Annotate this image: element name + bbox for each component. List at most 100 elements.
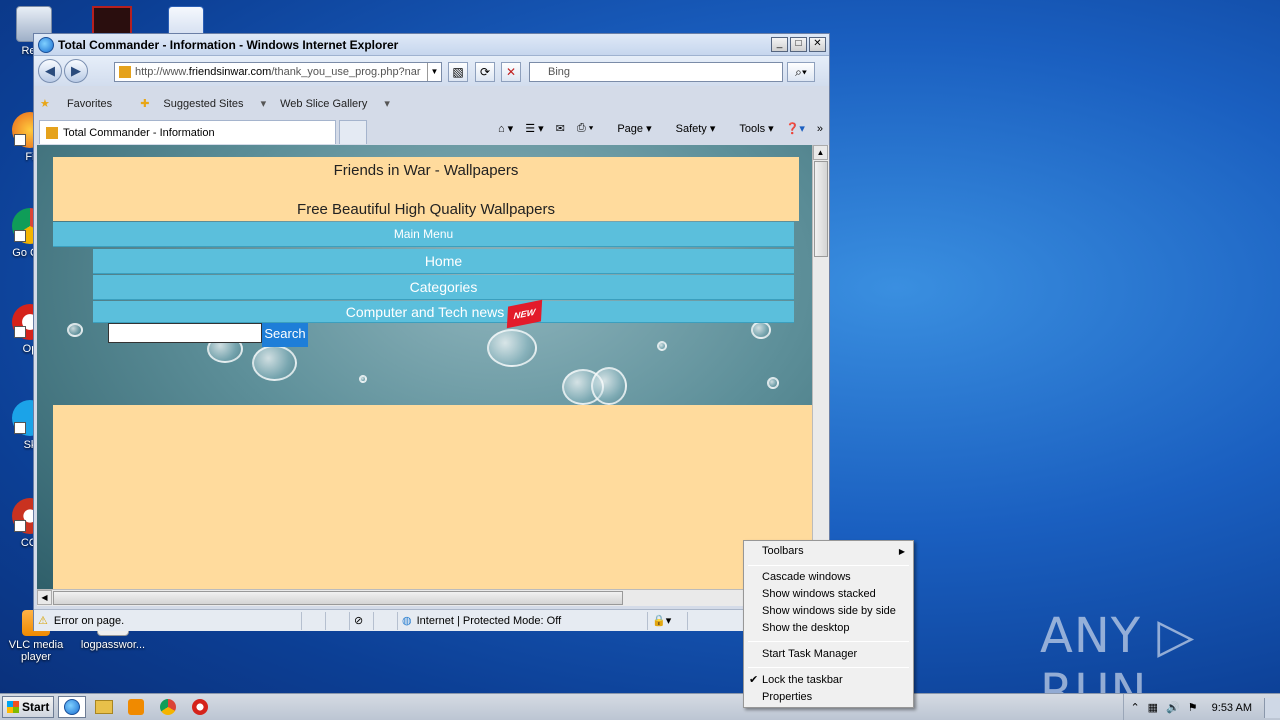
start-button[interactable]: Start bbox=[2, 696, 54, 718]
menu-item-categories[interactable]: Categories bbox=[93, 275, 794, 300]
taskbar: Start ⌃ ▦ 🔊 ⚑ 9:53 AM bbox=[0, 693, 1280, 720]
menu-item-home[interactable]: Home bbox=[93, 249, 794, 274]
home-icon[interactable]: ⌂ ▾ bbox=[498, 122, 513, 135]
add-favorites-icon[interactable]: ✚ bbox=[140, 97, 149, 110]
scroll-left-icon[interactable]: ◀ bbox=[37, 590, 52, 605]
horizontal-scrollbar[interactable]: ◀ bbox=[37, 589, 812, 606]
print-icon[interactable]: ⎙ ▾ bbox=[577, 122, 593, 135]
status-bar: ⚠ Error on page. ⊘ ◍ Internet | Protecte… bbox=[34, 609, 829, 631]
taskbar-explorer-icon[interactable] bbox=[90, 696, 118, 718]
window-title: Total Commander - Information - Windows … bbox=[58, 37, 399, 52]
main-menu-header: Main Menu bbox=[53, 222, 794, 247]
menu-item-cascade-windows[interactable]: Cascade windows bbox=[746, 569, 911, 586]
page-menu[interactable]: Page ▾ bbox=[605, 122, 651, 135]
security-zone[interactable]: ◍ Internet | Protected Mode: Off bbox=[398, 611, 648, 630]
compatibility-view-button[interactable]: ▧ bbox=[448, 62, 468, 82]
taskbar-chrome-icon[interactable] bbox=[154, 696, 182, 718]
refresh-button[interactable]: ⟳ bbox=[475, 62, 495, 82]
search-button[interactable]: ⌕▾ bbox=[787, 62, 815, 82]
ie-logo-icon bbox=[38, 36, 54, 53]
tab-total-commander[interactable]: Total Commander - Information bbox=[39, 120, 336, 144]
menu-item-show-windows-stacked[interactable]: Show windows stacked bbox=[746, 586, 911, 603]
windows-flag-icon bbox=[7, 701, 19, 713]
warning-icon: ⚠ bbox=[38, 615, 48, 627]
action-center-flag-icon[interactable]: ⚑ bbox=[1188, 701, 1198, 714]
taskbar-media-player-icon[interactable] bbox=[122, 696, 150, 718]
site-search-input[interactable] bbox=[108, 323, 262, 343]
water-drop-image bbox=[487, 329, 537, 367]
web-slice-gallery-link[interactable]: Web Slice Gallery ▾ bbox=[280, 97, 390, 110]
water-drop-image bbox=[252, 345, 297, 381]
status-cell bbox=[374, 611, 398, 630]
status-cell bbox=[326, 611, 350, 630]
water-drop-image bbox=[67, 323, 83, 337]
minimize-button[interactable]: _ bbox=[771, 37, 788, 52]
network-icon[interactable]: ▦ bbox=[1148, 701, 1158, 714]
menu-separator bbox=[748, 641, 909, 642]
submenu-arrow-icon: ▶ bbox=[898, 547, 905, 556]
system-tray: ⌃ ▦ 🔊 ⚑ 9:53 AM bbox=[1123, 694, 1280, 720]
menu-item-show-the-desktop[interactable]: Show the desktop bbox=[746, 620, 911, 637]
menu-item-lock-the-taskbar[interactable]: ✔ Lock the taskbar bbox=[746, 672, 911, 689]
water-drop-image bbox=[767, 377, 779, 389]
star-icon: ★ bbox=[40, 97, 50, 110]
forward-button[interactable]: ▶ bbox=[64, 59, 88, 83]
menu-item-show-windows-side-by-side[interactable]: Show windows side by side bbox=[746, 603, 911, 620]
volume-icon[interactable]: 🔊 bbox=[1166, 701, 1180, 714]
menu-item-label: Computer and Tech news bbox=[345, 304, 505, 320]
clock[interactable]: 9:53 AM bbox=[1212, 702, 1252, 714]
search-input[interactable]: Bing bbox=[529, 62, 783, 82]
title-bar[interactable]: Total Commander - Information - Windows … bbox=[34, 34, 829, 56]
taskbar-ie-icon[interactable] bbox=[58, 696, 86, 718]
tab-title: Total Commander - Information bbox=[63, 126, 215, 139]
suggested-sites-link[interactable]: Suggested Sites ▾ bbox=[163, 97, 266, 110]
menu-item-toolbars[interactable]: Toolbars ▶ bbox=[746, 543, 911, 560]
back-button[interactable]: ◀ bbox=[38, 59, 62, 83]
mail-icon[interactable]: ✉ bbox=[556, 122, 565, 135]
stop-button[interactable]: ✕ bbox=[501, 62, 521, 82]
feeds-icon[interactable]: ☰ ▾ bbox=[525, 122, 543, 135]
menu-item-properties[interactable]: Properties bbox=[746, 689, 911, 706]
status-error[interactable]: ⚠ Error on page. bbox=[34, 611, 302, 630]
new-badge: NEW bbox=[507, 299, 543, 329]
globe-icon: ◍ bbox=[402, 615, 412, 627]
menu-separator bbox=[748, 667, 909, 668]
site-search-button[interactable]: Search bbox=[262, 323, 308, 347]
taskbar-opera-icon[interactable] bbox=[186, 696, 214, 718]
privacy-icon[interactable]: ⊘ bbox=[350, 611, 374, 630]
scroll-thumb[interactable] bbox=[814, 161, 828, 257]
ie-window: Total Commander - Information - Windows … bbox=[33, 33, 830, 631]
favorites-bar: ★ Favorites ✚ Suggested Sites ▾ Web Slic… bbox=[34, 89, 829, 117]
scroll-thumb[interactable] bbox=[53, 591, 623, 605]
show-hidden-icons-icon[interactable]: ⌃ bbox=[1130, 701, 1139, 714]
favorites-button[interactable]: ★ Favorites bbox=[40, 97, 126, 110]
protected-mode-icon[interactable]: 🔒▾ bbox=[648, 611, 688, 630]
help-icon[interactable]: ❓▾ bbox=[786, 122, 805, 135]
desktop-icon-label: logpasswor... bbox=[80, 639, 146, 651]
taskbar-context-menu: Toolbars ▶ Cascade windows Show windows s… bbox=[743, 540, 914, 708]
address-url: http://www.friendsinwar.com/thank_you_us… bbox=[135, 66, 421, 78]
site-subtitle: Free Beautiful High Quality Wallpapers bbox=[297, 201, 555, 218]
menu-separator bbox=[748, 565, 909, 566]
tools-menu[interactable]: Tools ▾ bbox=[727, 122, 773, 135]
site-header: Friends in War - Wallpapers Free Beautif… bbox=[53, 157, 799, 221]
water-drop-image bbox=[591, 367, 627, 405]
address-dropdown-icon[interactable]: ▼ bbox=[427, 63, 441, 81]
checkmark-icon: ✔ bbox=[749, 674, 759, 686]
new-tab-button[interactable] bbox=[339, 120, 367, 144]
menu-item-tech-news[interactable]: Computer and Tech news NEW bbox=[93, 299, 794, 329]
search-placeholder: Bing bbox=[548, 66, 571, 78]
menu-item-start-task-manager[interactable]: Start Task Manager bbox=[746, 646, 911, 663]
maximize-button[interactable]: □ bbox=[790, 37, 807, 52]
safety-menu[interactable]: Safety ▾ bbox=[664, 122, 716, 135]
site-favicon-icon bbox=[119, 66, 131, 78]
site-favicon-icon bbox=[46, 126, 58, 139]
show-desktop-button[interactable] bbox=[1264, 697, 1280, 718]
water-drop-image bbox=[751, 321, 771, 339]
vertical-scrollbar[interactable]: ▲ bbox=[812, 145, 829, 589]
page-content: Friends in War - Wallpapers Free Beautif… bbox=[37, 145, 812, 589]
address-bar[interactable]: http://www.friendsinwar.com/thank_you_us… bbox=[114, 62, 442, 82]
scroll-up-icon[interactable]: ▲ bbox=[813, 145, 828, 160]
chevron-more-icon[interactable]: » bbox=[817, 123, 823, 135]
close-button[interactable]: ✕ bbox=[809, 37, 826, 52]
